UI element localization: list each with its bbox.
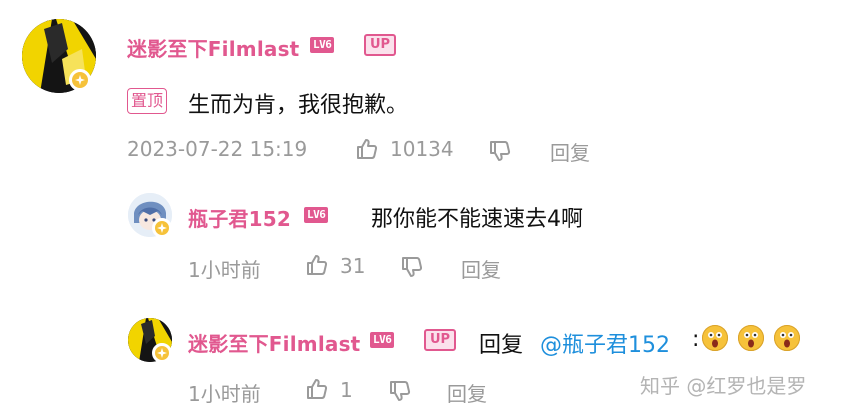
username[interactable]: 瓶子君152 [188,203,291,232]
thumbs-down-icon[interactable] [388,379,412,403]
reply-prefix: 回复 [479,333,524,358]
verified-badge-icon [69,69,91,91]
up-badge: UP [424,329,457,351]
level-badge: LV6 [304,207,329,223]
emoji-shocked-icon [774,325,800,351]
reply-button[interactable]: 回复 [550,137,590,166]
emoji-shocked-icon [702,325,728,351]
mention-link[interactable]: @瓶子君152 [540,327,670,359]
level-badge: LV6 [310,37,335,53]
username[interactable]: 迷影至下Filmlast [127,33,299,62]
thumbs-up-icon[interactable] [305,377,329,401]
watermark: 知乎 @红罗也是罗 [640,374,807,398]
comment-text: 那你能不能速速去4啊 [371,207,583,232]
timestamp: 1小时前 [188,382,261,406]
up-badge: UP [364,34,397,56]
username[interactable]: 迷影至下Filmlast [188,328,360,357]
timestamp: 1小时前 [188,258,261,282]
comment-text: 生而为肯，我很抱歉。 [188,93,409,118]
pinned-tag: 置顶 [127,88,168,114]
like-count: 31 [340,254,366,278]
emoji-shocked-icon [738,325,764,351]
thumbs-down-icon[interactable] [488,139,512,163]
verified-badge-icon [152,218,172,238]
like-count: 10134 [390,137,454,161]
level-badge: LV6 [370,332,395,348]
reply-button[interactable]: 回复 [461,254,501,283]
thumbs-up-icon[interactable] [305,253,329,277]
thumbs-down-icon[interactable] [400,255,424,279]
mention-separator: : [692,327,700,352]
reply-button[interactable]: 回复 [447,378,487,407]
verified-badge-icon [152,343,172,363]
like-count: 1 [340,378,353,402]
thumbs-up-icon[interactable] [355,137,379,161]
timestamp: 2023-07-22 15:19 [127,137,308,161]
